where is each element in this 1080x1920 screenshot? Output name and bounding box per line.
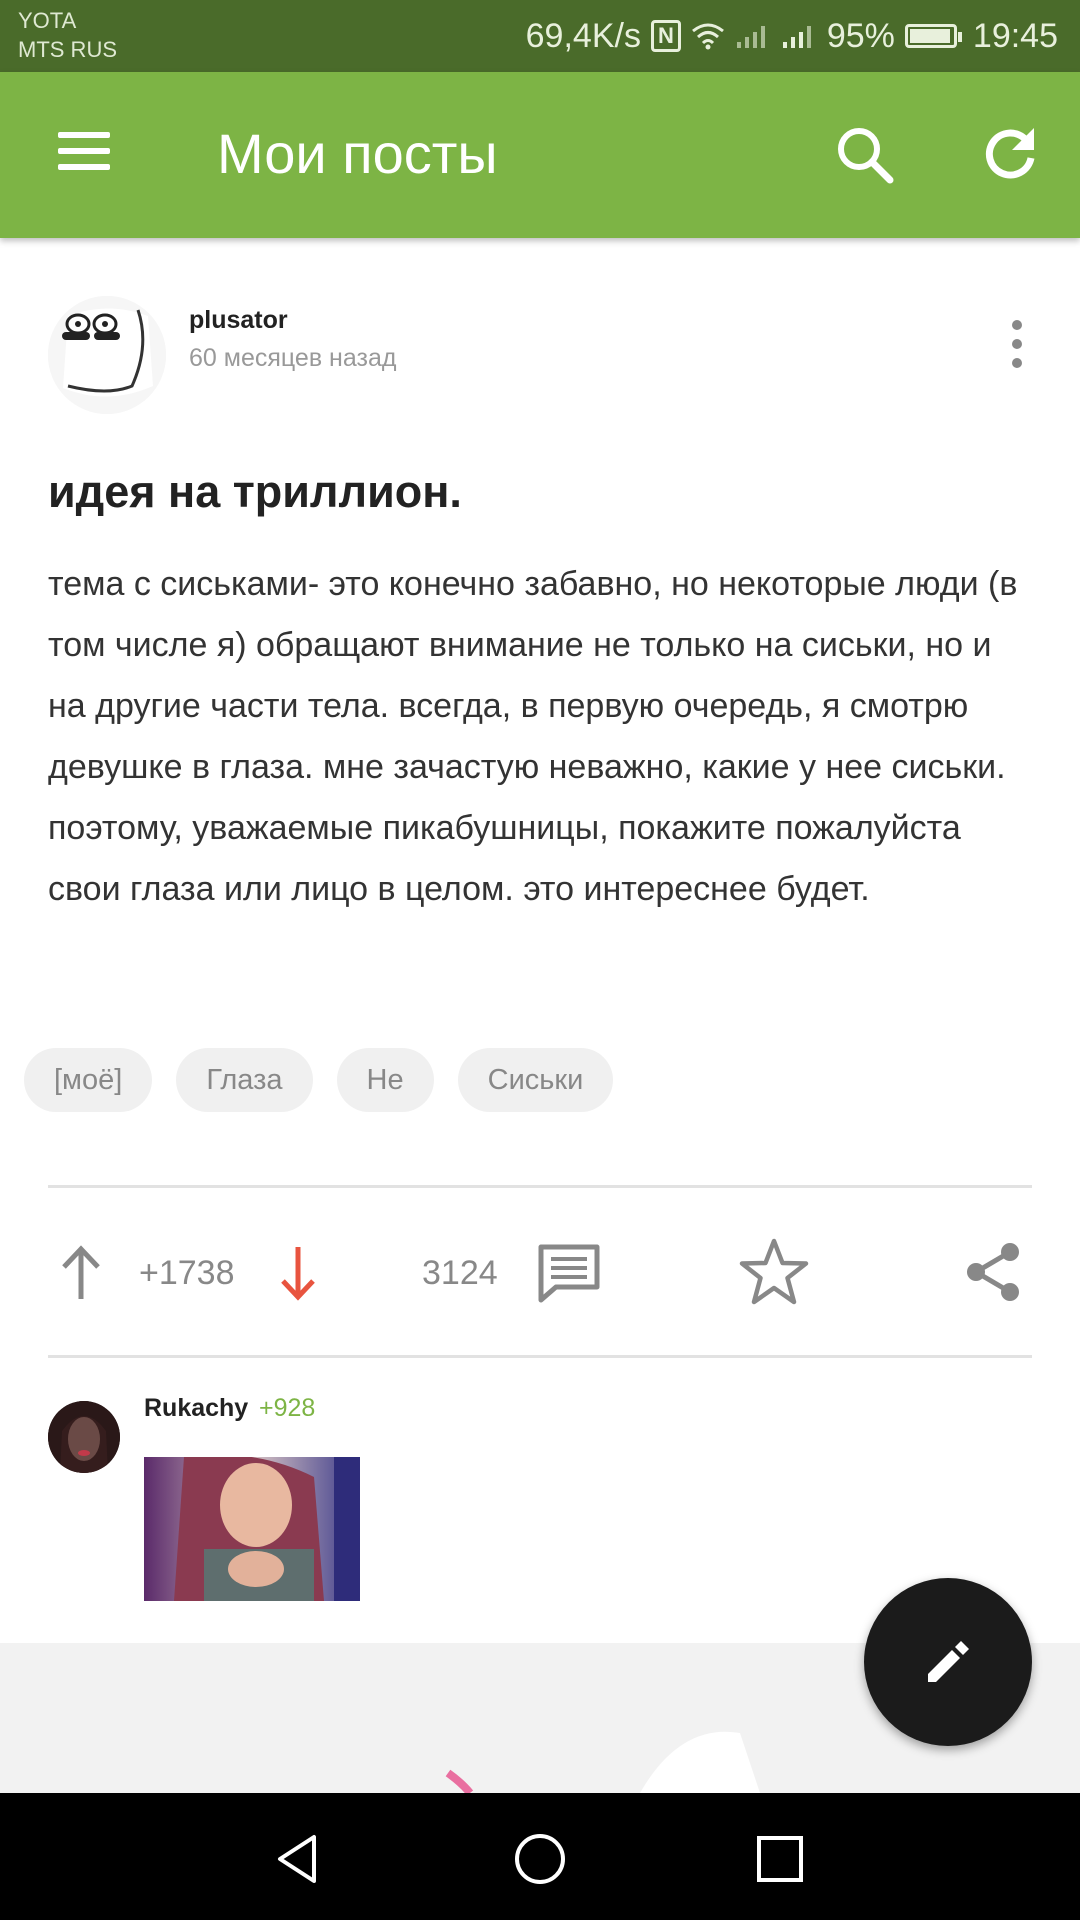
star-icon[interactable] (738, 1236, 810, 1308)
post-body: тема с сиськами- это конечно забавно, но… (48, 565, 1018, 908)
divider-top (48, 1185, 1032, 1188)
comment-image[interactable] (144, 1457, 360, 1601)
page-title: Мои посты (217, 122, 498, 185)
refresh-icon[interactable] (980, 124, 1040, 184)
search-icon[interactable] (834, 124, 896, 186)
post-timestamp: 60 месяцев назад (189, 344, 397, 372)
comments-count: 3124 (422, 1254, 498, 1292)
back-icon[interactable] (270, 1829, 330, 1889)
battery-icon (904, 24, 962, 48)
signal-icon-sim2 (782, 26, 811, 48)
comment-avatar-image (48, 1401, 120, 1473)
pencil-icon (928, 1641, 969, 1682)
downvote-arrow-icon[interactable] (273, 1243, 323, 1303)
carrier-info: YOTA MTS RUS (18, 6, 117, 64)
share-icon[interactable] (962, 1240, 1024, 1304)
create-post-button[interactable] (864, 1578, 1032, 1746)
carrier-1: YOTA (18, 8, 77, 33)
recents-icon[interactable] (750, 1829, 810, 1889)
nfc-icon: N (650, 20, 681, 52)
post-title: идея на триллион. (48, 466, 462, 517)
comment-author-avatar[interactable] (48, 1401, 120, 1473)
avatar-image (48, 296, 166, 414)
tag-list: [моё] Глаза Не Сиськи (24, 1048, 614, 1112)
tag-siski[interactable]: Сиськи (457, 1048, 614, 1112)
status-indicators: 69,4K/s N 95% 19:45 (526, 10, 1058, 62)
app-bar: Мои посты (0, 72, 1080, 238)
tag-ne[interactable]: Не (336, 1048, 434, 1112)
clock: 19:45 (972, 16, 1058, 55)
post-card: plusator 60 месяцев назад идея на трилли… (0, 238, 1080, 1643)
tag-glaza[interactable]: Глаза (176, 1048, 313, 1112)
divider-bottom (48, 1355, 1032, 1358)
menu-icon[interactable] (58, 132, 110, 176)
comment-author-name[interactable]: Rukachy (144, 1394, 248, 1423)
upvote-arrow-icon[interactable] (56, 1243, 106, 1303)
carrier-2: MTS RUS (18, 37, 117, 62)
comment-author-score: +928 (259, 1394, 316, 1422)
status-bar: YOTA MTS RUS 69,4K/s N 95% 19:45 (0, 0, 1080, 72)
tag-moe[interactable]: [моё] (24, 1048, 153, 1112)
battery-percent: 95% (826, 16, 895, 55)
more-options-icon[interactable] (1003, 320, 1031, 370)
home-icon[interactable] (510, 1829, 570, 1889)
wifi-icon (691, 23, 724, 50)
author-avatar[interactable] (48, 296, 166, 414)
system-nav-bar (0, 1793, 1080, 1920)
comments-icon[interactable] (536, 1242, 602, 1304)
network-speed: 69,4K/s (525, 16, 641, 55)
signal-icon-sim1 (736, 26, 765, 48)
post-rating: +1738 (139, 1254, 235, 1292)
author-name[interactable]: plusator (189, 306, 288, 335)
comment-photo (144, 1457, 360, 1601)
